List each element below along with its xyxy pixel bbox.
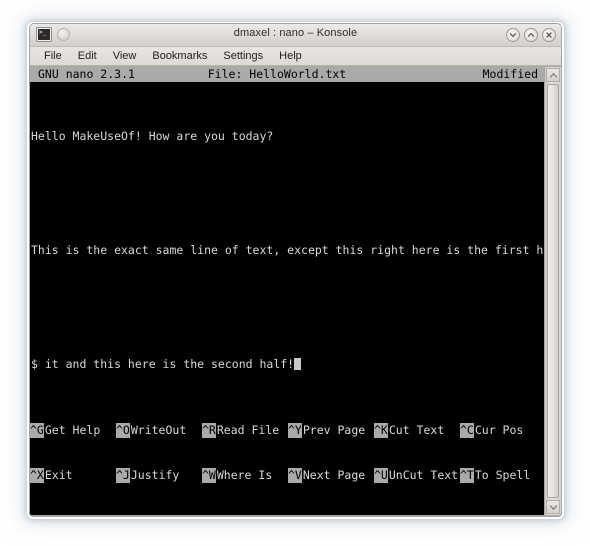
close-button[interactable] (542, 28, 556, 42)
shortcut-row-1: ^G Get Help ^O WriteOut ^R Read File ^Y Prev… (30, 423, 544, 438)
shortcut-cut-text[interactable]: ^K Cut Text (374, 423, 460, 438)
menu-edit[interactable]: Edit (70, 49, 105, 64)
menu-view[interactable]: View (105, 49, 145, 64)
shortcut-label: Prev Page (302, 423, 366, 437)
scrollbar-up-button[interactable] (546, 68, 560, 82)
buffer-line (31, 184, 544, 203)
shortcut-key: ^R (202, 423, 216, 438)
shortcut-uncut-text[interactable]: ^U UnCut Text (374, 468, 460, 483)
shortcut-label: Justify (130, 468, 180, 482)
shortcut-label: Next Page (302, 468, 366, 482)
konsole-window: >_ dmaxel : nano – Konsole File Edit Vie… (29, 23, 562, 517)
shortcut-label: To Spell (474, 468, 531, 482)
terminal-area[interactable]: GNU nano 2.3.1 File: HelloWorld.txt Modi… (30, 66, 561, 515)
shortcut-key: ^K (374, 423, 388, 438)
chevron-up-icon (549, 72, 557, 78)
minimize-button[interactable] (506, 28, 520, 42)
text-cursor (294, 358, 302, 370)
shortcut-label: Read File (216, 423, 280, 437)
window-titlebar[interactable]: >_ dmaxel : nano – Konsole (30, 24, 561, 47)
buffer-line: This is the exact same line of text, exc… (31, 243, 544, 257)
scrollbar-down-button[interactable] (546, 500, 560, 514)
desktop-background: >_ dmaxel : nano – Konsole File Edit Vie… (0, 0, 590, 546)
shortcut-label: Where Is (216, 468, 273, 482)
menubar: File Edit View Bookmarks Settings Help (30, 47, 561, 66)
maximize-button[interactable] (524, 28, 538, 42)
chevron-down-icon (549, 504, 557, 510)
shortcut-key: ^X (30, 468, 44, 483)
shortcut-label: Exit (44, 468, 73, 482)
shortcut-row-2: ^X Exit ^J Justify ^W Where Is ^V Next Page … (30, 468, 544, 483)
shortcut-key: ^T (460, 468, 474, 483)
buffer-line-text: $ it and this here is the second half! (31, 357, 295, 371)
buffer-line: Hello MakeUseOf! How are you today? (31, 129, 274, 143)
shortcut-label: Cur Pos (474, 423, 524, 437)
nano-shortcut-bar: ^G Get Help ^O WriteOut ^R Read File ^Y Prev… (30, 393, 544, 513)
shortcut-get-help[interactable]: ^G Get Help (30, 423, 116, 438)
shortcut-key: ^J (116, 468, 130, 483)
shortcut-label: WriteOut (130, 423, 187, 437)
shortcut-cur-pos[interactable]: ^C Cur Pos (460, 423, 544, 438)
buffer-line (31, 298, 544, 317)
menu-settings[interactable]: Settings (215, 49, 271, 64)
shortcut-next-page[interactable]: ^V Next Page (288, 468, 374, 483)
nano-editor[interactable]: GNU nano 2.3.1 File: HelloWorld.txt Modi… (30, 67, 544, 515)
shortcut-where-is[interactable]: ^W Where Is (202, 468, 288, 483)
shortcut-to-spell[interactable]: ^T To Spell (460, 468, 544, 483)
shortcut-read-file[interactable]: ^R Read File (202, 423, 288, 438)
menu-bookmarks[interactable]: Bookmarks (144, 49, 215, 64)
shortcut-key: ^C (460, 423, 474, 438)
scrollbar-thumb[interactable] (547, 84, 559, 498)
konsole-tabbar: >_ dmaxel : nano (30, 515, 561, 516)
nano-text-buffer[interactable]: Hello MakeUseOf! How are you today? This… (30, 89, 544, 412)
shortcut-exit[interactable]: ^X Exit (30, 468, 116, 483)
buffer-line-with-cursor: $ it and this here is the second half! (31, 355, 544, 374)
shortcut-prev-page[interactable]: ^Y Prev Page (288, 423, 374, 438)
nano-titlebar: GNU nano 2.3.1 File: HelloWorld.txt Modi… (30, 67, 544, 82)
shortcut-justify[interactable]: ^J Justify (116, 468, 202, 483)
shortcut-label: Get Help (44, 423, 101, 437)
shortcut-key: ^V (288, 468, 302, 483)
shortcut-label: Cut Text (388, 423, 445, 437)
terminal-scrollbar[interactable] (544, 67, 561, 515)
window-controls (506, 28, 556, 42)
shortcut-write-out[interactable]: ^O WriteOut (116, 423, 202, 438)
shortcut-label: UnCut Text (388, 468, 459, 482)
shortcut-key: ^Y (288, 423, 302, 438)
menu-help[interactable]: Help (271, 49, 310, 64)
shortcut-key: ^G (30, 423, 44, 438)
menu-file[interactable]: File (36, 49, 70, 64)
shortcut-key: ^O (116, 423, 130, 438)
nano-filename-label: File: HelloWorld.txt (207, 67, 347, 81)
shortcut-key: ^U (374, 468, 388, 483)
nano-modified-label: Modified (482, 67, 538, 81)
window-title: dmaxel : nano – Konsole (233, 27, 358, 39)
shortcut-key: ^W (202, 468, 216, 483)
